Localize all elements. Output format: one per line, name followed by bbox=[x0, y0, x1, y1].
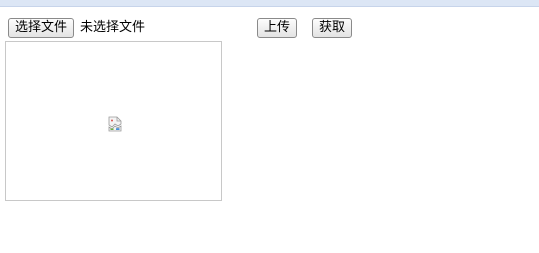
image-preview bbox=[5, 41, 222, 201]
upload-button[interactable]: 上传 bbox=[257, 18, 298, 38]
broken-image-icon bbox=[108, 116, 122, 132]
top-bar bbox=[0, 0, 539, 7]
choose-file-button[interactable]: 选择文件 bbox=[8, 18, 75, 38]
file-status-text: 未选择文件 bbox=[80, 20, 146, 35]
fetch-button[interactable]: 获取 bbox=[312, 18, 353, 38]
